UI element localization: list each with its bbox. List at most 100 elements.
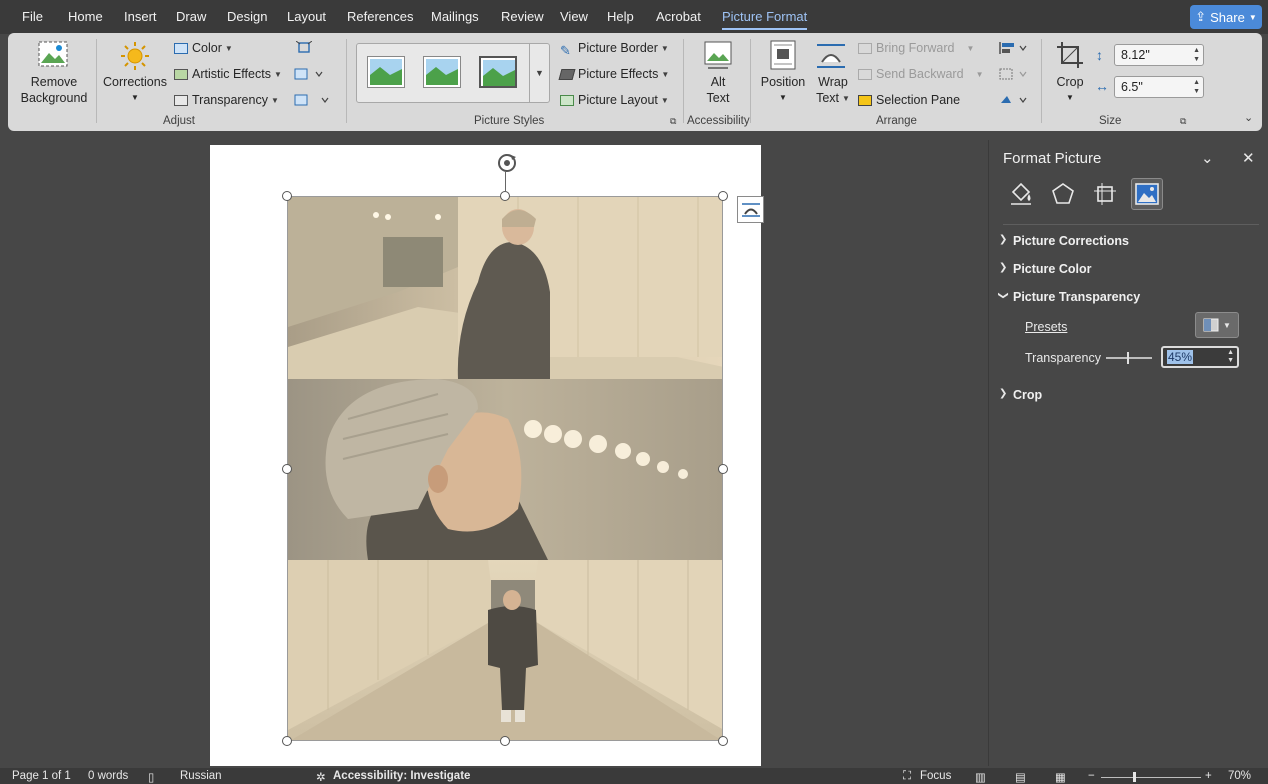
picture-layout-label: Picture Layout — [578, 93, 658, 107]
section-picture-transparency[interactable]: ❯ Picture Transparency — [998, 290, 1140, 304]
picture-border-button[interactable]: ✎ Picture Border ▼ — [560, 41, 669, 58]
picture-style-1[interactable] — [367, 56, 405, 88]
layout-options-button[interactable] — [737, 196, 764, 223]
picture-layout-button[interactable]: Picture Layout ▼ — [560, 93, 669, 107]
artistic-effects-label: Artistic Effects — [192, 67, 271, 81]
spin-arrows-icon[interactable]: ▲ ▼ — [1193, 46, 1200, 64]
picture-effects-label: Picture Effects — [578, 67, 659, 81]
selection-pane-button[interactable]: Selection Pane — [858, 93, 960, 107]
tab-file[interactable]: File — [22, 9, 43, 24]
resize-handle-right[interactable] — [718, 464, 728, 474]
separator — [346, 39, 347, 123]
resize-handle-bottom-left[interactable] — [282, 736, 292, 746]
selected-picture[interactable] — [287, 196, 723, 741]
group-label-size: Size — [1099, 115, 1122, 127]
chevron-down-icon: ▼ — [660, 44, 669, 54]
tab-insert[interactable]: Insert — [124, 9, 157, 24]
landscape-icon — [370, 59, 402, 85]
language-indicator[interactable]: Russian — [180, 770, 222, 782]
artistic-effects-button[interactable]: Artistic Effects ▼ — [174, 67, 282, 81]
chevron-down-icon: ▼ — [1223, 320, 1231, 330]
dialog-launcher-icon[interactable]: ⧉ — [670, 116, 676, 127]
transparency-button[interactable]: Transparency ▼ — [174, 93, 279, 107]
transparency-input[interactable]: 45% ▲ ▼ — [1161, 346, 1239, 368]
resize-handle-bottom[interactable] — [500, 736, 510, 746]
transparency-slider[interactable] — [1106, 352, 1152, 364]
share-button[interactable]: ⇪ Share ▼ — [1190, 5, 1262, 29]
tab-layout-properties[interactable] — [1089, 178, 1121, 210]
crop-label: Crop — [1056, 75, 1084, 89]
group-icon[interactable] — [998, 67, 1028, 81]
landscape-icon — [483, 60, 515, 86]
resize-handle-left[interactable] — [282, 464, 292, 474]
tab-design[interactable]: Design — [227, 9, 267, 24]
shape-height-value: 8.12" — [1121, 48, 1150, 62]
resize-handle-bottom-right[interactable] — [718, 736, 728, 746]
tab-home[interactable]: Home — [68, 9, 103, 24]
color-button[interactable]: Color ▼ — [174, 41, 233, 55]
zoom-level[interactable]: 70% — [1228, 770, 1251, 782]
close-icon[interactable]: ✕ — [1242, 149, 1255, 167]
web-layout-icon[interactable]: ▦ — [1055, 770, 1066, 784]
dialog-launcher-icon[interactable]: ⧉ — [1180, 116, 1186, 127]
bring-forward-button[interactable]: Bring Forward ▼ — [858, 41, 974, 55]
tab-references[interactable]: References — [347, 9, 413, 24]
reset-picture-icon[interactable] — [294, 93, 330, 107]
picture-style-3[interactable] — [479, 56, 517, 88]
page-count[interactable]: Page 1 of 1 — [12, 770, 71, 782]
section-picture-corrections[interactable]: ❯ Picture Corrections — [999, 234, 1129, 248]
picture-border-label: Picture Border — [578, 41, 658, 55]
rotate-icon[interactable] — [998, 93, 1028, 107]
zoom-slider[interactable] — [1101, 777, 1201, 778]
share-icon: ⇪ — [1195, 9, 1207, 24]
tab-view[interactable]: View — [560, 9, 588, 24]
send-backward-button[interactable]: Send Backward ▼ — [858, 67, 983, 81]
tab-picture-format[interactable]: Picture Format — [722, 9, 808, 30]
slider-thumb[interactable] — [1126, 352, 1129, 364]
collapse-ribbon-icon[interactable]: ⌄ — [1244, 111, 1253, 124]
tab-mailings[interactable]: Mailings — [431, 9, 479, 24]
pane-options-chevron-icon[interactable]: ⌄ — [1201, 149, 1214, 167]
print-layout-icon[interactable]: ▤ — [1015, 770, 1026, 784]
compress-pictures-icon[interactable] — [296, 41, 312, 55]
resize-handle-top[interactable] — [500, 191, 510, 201]
resize-handle-top-right[interactable] — [718, 191, 728, 201]
send-backward-icon — [858, 69, 872, 81]
picture-effects-button[interactable]: Picture Effects ▼ — [558, 67, 669, 81]
tab-fill-line[interactable] — [1005, 178, 1037, 210]
spin-arrows-icon[interactable]: ▲ ▼ — [1193, 78, 1200, 96]
bring-forward-label: Bring Forward — [876, 41, 955, 55]
tab-layout[interactable]: Layout — [287, 9, 326, 24]
tab-review[interactable]: Review — [501, 9, 544, 24]
section-picture-color[interactable]: ❯ Picture Color — [999, 262, 1092, 276]
zoom-out-icon[interactable]: − — [1088, 770, 1095, 782]
tab-effects[interactable] — [1047, 178, 1079, 210]
spin-arrows-icon[interactable]: ▲ ▼ — [1227, 349, 1234, 365]
shape-width-input[interactable]: 6.5" ▲ ▼ — [1114, 76, 1204, 98]
paint-bucket-icon — [1011, 182, 1031, 205]
tab-picture[interactable] — [1131, 178, 1163, 210]
transparency-icon — [174, 95, 188, 107]
focus-mode-button[interactable]: Focus — [920, 770, 951, 782]
rotate-handle-icon[interactable] — [495, 151, 519, 175]
zoom-in-icon[interactable]: + — [1205, 770, 1212, 782]
tab-acrobat[interactable]: Acrobat — [656, 9, 701, 24]
shape-height-input[interactable]: 8.12" ▲ ▼ — [1114, 44, 1204, 66]
tab-help[interactable]: Help — [607, 9, 634, 24]
word-count[interactable]: 0 words — [88, 770, 128, 782]
zoom-slider-thumb[interactable] — [1133, 772, 1136, 782]
change-picture-icon[interactable] — [294, 67, 324, 81]
presets-dropdown[interactable]: ▼ — [1195, 312, 1239, 338]
resize-handle-top-left[interactable] — [282, 191, 292, 201]
gallery-more-button[interactable]: ▼ — [529, 44, 549, 102]
chevron-right-icon: ❯ — [999, 262, 1008, 273]
align-icon[interactable] — [998, 41, 1028, 55]
read-mode-icon[interactable]: ▥ — [975, 770, 986, 784]
width-icon: ↔ — [1095, 78, 1109, 94]
proofing-icon[interactable]: ▯ — [148, 770, 154, 784]
accessibility-status[interactable]: Accessibility: Investigate — [333, 770, 470, 782]
transparency-presets-icon — [1203, 318, 1219, 332]
picture-style-2[interactable] — [423, 56, 461, 88]
section-crop[interactable]: ❯ Crop — [999, 388, 1042, 402]
tab-draw[interactable]: Draw — [176, 9, 206, 24]
